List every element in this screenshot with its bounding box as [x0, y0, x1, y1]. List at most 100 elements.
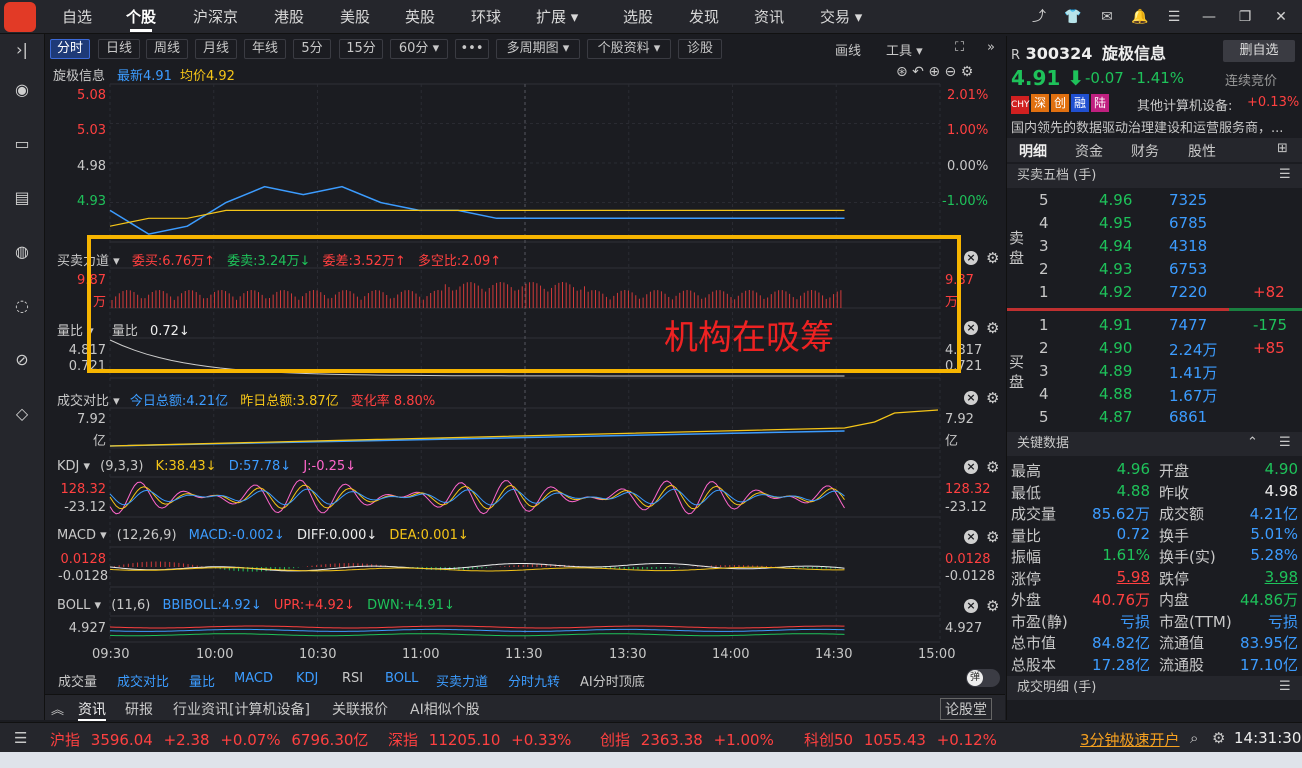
ind-tab-macd[interactable]: MACD	[234, 671, 273, 686]
tab-industry-news[interactable]: 行业资讯[计算机设备]	[173, 699, 310, 719]
close-icon[interactable]: ×	[964, 599, 978, 613]
index-sz[interactable]: 深指 11205.10 +0.33%	[388, 729, 571, 750]
nav-trade[interactable]: 交易 ▾	[820, 0, 862, 34]
nav-hs[interactable]: 沪深京	[193, 0, 238, 34]
share-icon[interactable]: ⤴	[1030, 8, 1048, 26]
gear-icon[interactable]: ⚙	[986, 530, 999, 545]
link-icon[interactable]: ⊘	[10, 348, 34, 372]
tab-research[interactable]: 研报	[125, 699, 153, 719]
close-icon[interactable]: ×	[964, 391, 978, 405]
nav-news[interactable]: 资讯	[754, 0, 784, 34]
nav-us[interactable]: 美股	[340, 0, 370, 34]
ind-tab-kdj[interactable]: KDJ	[296, 671, 318, 686]
expand-icon[interactable]: ›|	[10, 38, 34, 62]
minimize-icon[interactable]: —	[1200, 8, 1218, 26]
tab-news[interactable]: 资讯	[78, 699, 106, 721]
index-sh[interactable]: 沪指 3596.04 +2.38 +0.07% 6796.30亿	[50, 729, 368, 750]
chevron-up-icon[interactable]: ︽	[51, 699, 64, 718]
close-icon[interactable]: ×	[964, 460, 978, 474]
close-icon[interactable]: ×	[964, 251, 978, 265]
ind-tab-boll[interactable]: BOLL	[385, 671, 418, 686]
layout-icon[interactable]: ⊞	[1277, 141, 1288, 156]
ind-tab-power[interactable]: 买卖力道	[436, 671, 488, 690]
industry-label[interactable]: 其他计算机设备:	[1137, 95, 1232, 114]
gear-icon[interactable]: ⚙	[986, 460, 999, 475]
menu-icon[interactable]: ☰	[14, 729, 27, 747]
ind-tab-rsi[interactable]: RSI	[342, 671, 363, 686]
menu-icon[interactable]: ☰	[1165, 8, 1183, 26]
period-day[interactable]: 日线	[98, 39, 140, 59]
index-cy[interactable]: 创指 2363.38 +1.00%	[600, 729, 774, 750]
gear-icon[interactable]: ⚙	[986, 251, 999, 266]
kdj-panel-title[interactable]: KDJ	[57, 459, 79, 474]
close-icon[interactable]: ×	[964, 321, 978, 335]
index-kc50[interactable]: 科创50 1055.43 +0.12%	[804, 729, 997, 750]
nav-uk[interactable]: 英股	[405, 0, 435, 34]
tab-ai-similar[interactable]: AI相似个股	[410, 699, 480, 719]
popup-toggle[interactable]: 弹	[966, 669, 1000, 687]
gear-icon[interactable]: ⚙	[986, 321, 999, 336]
period-intraday[interactable]: 分时	[50, 39, 90, 59]
nav-screener[interactable]: 选股	[623, 0, 653, 34]
nav-discover[interactable]: 发现	[689, 0, 719, 34]
chart-tool-icons[interactable]: ⊛ ↶ ⊕ ⊖ ⚙	[896, 64, 973, 80]
period-month[interactable]: 月线	[195, 39, 237, 59]
period-year[interactable]: 年线	[244, 39, 286, 59]
ind-tab-turnover[interactable]: 成交对比	[117, 671, 169, 690]
diagnose-button[interactable]: 诊股	[678, 39, 722, 59]
tools-button[interactable]: 工具 ▾	[886, 40, 923, 59]
mail-icon[interactable]: ✉	[1098, 8, 1116, 26]
nav-favorites[interactable]: 自选	[62, 0, 92, 34]
period-60min[interactable]: 60分 ▾	[390, 39, 448, 59]
menu-icon[interactable]: ☰	[1279, 435, 1291, 450]
ind-tab-nine[interactable]: 分时九转	[508, 671, 560, 690]
multi-period-button[interactable]: 多周期图 ▾	[496, 39, 580, 59]
tab-finance[interactable]: 财务	[1131, 141, 1159, 161]
close-window-icon[interactable]: ✕	[1272, 8, 1290, 26]
nav-global[interactable]: 环球	[471, 0, 501, 34]
nav-extend[interactable]: 扩展 ▾	[536, 0, 578, 34]
period-5min[interactable]: 5分	[293, 39, 331, 59]
compass-icon[interactable]: ◍	[10, 240, 34, 264]
fullscreen-icon[interactable]: ⛶	[955, 40, 964, 55]
skin-icon[interactable]: 👕	[1064, 8, 1082, 26]
gear-icon[interactable]: ⚙	[986, 391, 999, 406]
search-icon[interactable]: ⌕	[1190, 729, 1198, 747]
menu-icon[interactable]: ☰	[1279, 167, 1291, 182]
ind-tab-volratio[interactable]: 量比	[189, 671, 215, 690]
nav-stock[interactable]: 个股	[126, 0, 156, 34]
collapse-right-icon[interactable]: »	[987, 40, 995, 55]
nav-hk[interactable]: 港股	[274, 0, 304, 34]
volratio-panel-title[interactable]: 量比	[57, 324, 83, 339]
stock-info-button[interactable]: 个股资料 ▾	[587, 39, 671, 59]
forum-button[interactable]: 论股堂	[940, 698, 992, 720]
draw-line-button[interactable]: 画线	[835, 40, 861, 59]
tab-related[interactable]: 关联报价	[332, 699, 388, 719]
chat-icon[interactable]: ◌	[10, 294, 34, 318]
monitor-icon[interactable]: ▭	[10, 132, 34, 156]
settings-icon[interactable]: ⚙	[1212, 729, 1225, 747]
tab-character[interactable]: 股性	[1188, 141, 1216, 161]
diamond-icon[interactable]: ◇	[10, 402, 34, 426]
more-periods-button[interactable]: •••	[455, 39, 489, 59]
period-week[interactable]: 周线	[146, 39, 188, 59]
period-15min[interactable]: 15分	[339, 39, 383, 59]
macd-panel-title[interactable]: MACD	[57, 528, 96, 543]
close-icon[interactable]: ×	[964, 530, 978, 544]
robot-icon[interactable]: ◉	[10, 78, 34, 102]
ind-tab-volume[interactable]: 成交量	[58, 671, 97, 690]
restore-icon[interactable]: ❐	[1236, 8, 1254, 26]
app-logo[interactable]	[4, 2, 36, 32]
tab-detail[interactable]: 明细	[1019, 141, 1047, 161]
collapse-icon[interactable]: ⌃	[1247, 435, 1258, 450]
notes-icon[interactable]: ▤	[10, 186, 34, 210]
ind-tab-ai[interactable]: AI分时顶底	[580, 671, 645, 690]
bell-icon[interactable]: 🔔	[1131, 8, 1149, 26]
open-account-link[interactable]: 3分钟极速开户	[1080, 729, 1180, 750]
menu-icon[interactable]: ☰	[1279, 679, 1291, 694]
boll-panel-title[interactable]: BOLL	[57, 598, 90, 613]
remove-favorite-button[interactable]: 删自选	[1223, 40, 1295, 62]
gear-icon[interactable]: ⚙	[986, 599, 999, 614]
tab-fund[interactable]: 资金	[1075, 141, 1103, 161]
turnover-panel-title[interactable]: 成交对比	[57, 394, 109, 409]
